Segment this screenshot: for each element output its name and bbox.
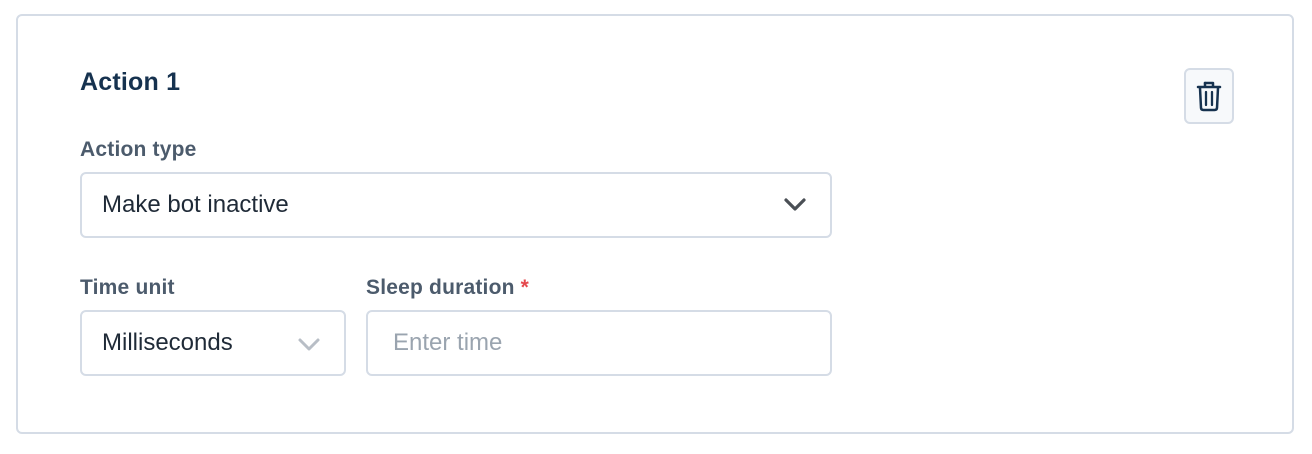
action-type-label: Action type xyxy=(80,138,197,161)
time-unit-select[interactable]: Milliseconds xyxy=(80,310,346,376)
chevron-down-icon xyxy=(782,194,808,214)
trash-icon xyxy=(1196,81,1222,112)
time-unit-label: Time unit xyxy=(80,276,175,299)
sleep-duration-label-text: Sleep duration xyxy=(366,276,515,299)
sleep-duration-placeholder: Enter time xyxy=(393,329,503,356)
sleep-duration-label: Sleep duration * xyxy=(366,276,529,300)
chevron-down-icon xyxy=(296,334,322,354)
action-title: Action 1 xyxy=(80,68,181,96)
sleep-duration-input[interactable]: Enter time xyxy=(366,310,832,376)
delete-action-button[interactable] xyxy=(1184,68,1234,124)
action-card: Action 1 Action type Make bot inactive T… xyxy=(16,14,1294,434)
action-type-select[interactable]: Make bot inactive xyxy=(80,172,832,238)
required-marker: * xyxy=(520,276,530,299)
action-type-value: Make bot inactive xyxy=(102,191,289,218)
